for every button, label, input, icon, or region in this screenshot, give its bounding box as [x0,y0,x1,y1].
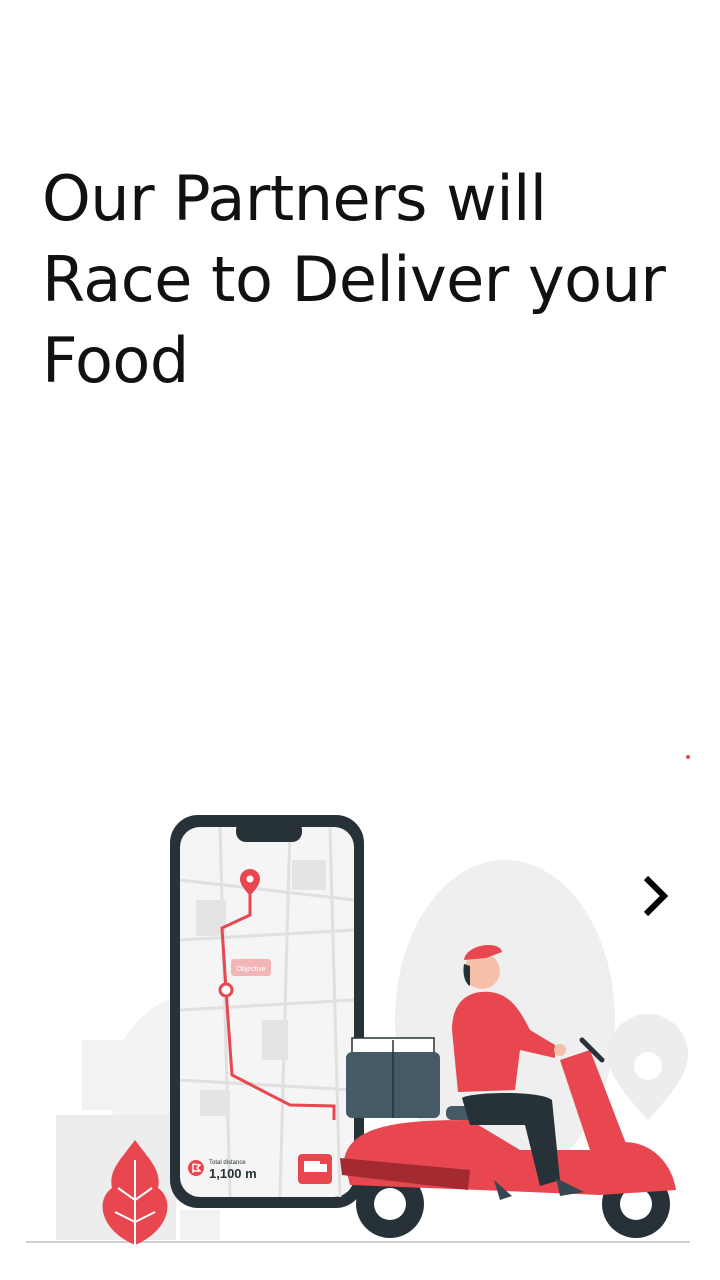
route-tag-label: Objective [236,966,265,973]
distance-value: 1,100 m [209,1166,257,1181]
chevron-right-icon [643,875,669,917]
delivery-box-graphic [346,1037,440,1118]
phone-graphic: Objective Total distance 1,100 m [170,815,364,1208]
delivery-illustration: Objective Total distance 1,100 m [26,755,690,1245]
onboarding-headline: Our Partners will Race to Deliver your F… [42,162,666,397]
next-button[interactable] [624,862,688,930]
